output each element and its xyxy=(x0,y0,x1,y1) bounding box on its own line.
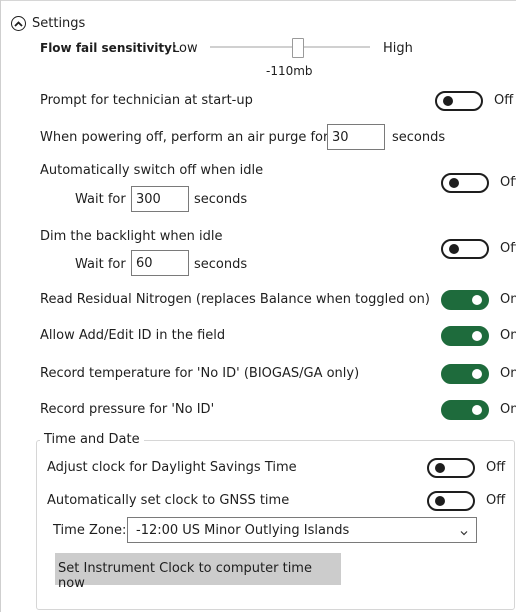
flow-fail-slider-track[interactable] xyxy=(210,46,370,48)
auto-switch-off-toggle[interactable] xyxy=(441,173,489,193)
auto-switch-off-unit: seconds xyxy=(194,192,248,207)
residual-nitrogen-state: On xyxy=(500,292,516,307)
left-divider xyxy=(0,0,1,612)
dim-backlight-input[interactable]: 60 xyxy=(131,250,189,276)
chevron-down-icon xyxy=(460,525,468,540)
add-edit-id-toggle[interactable] xyxy=(441,326,489,346)
top-divider xyxy=(0,0,516,1)
prompt-technician-state: Off xyxy=(494,93,514,108)
dst-state: Off xyxy=(486,460,506,475)
residual-nitrogen-toggle[interactable] xyxy=(441,290,489,310)
record-temp-state: On xyxy=(500,366,516,381)
record-pressure-label: Record pressure for 'No ID' xyxy=(40,402,215,417)
record-temp-toggle[interactable] xyxy=(441,364,489,384)
timezone-label: Time Zone: xyxy=(53,523,127,538)
prompt-technician-toggle[interactable] xyxy=(435,91,483,111)
toggle-knob xyxy=(443,96,453,106)
toggle-knob xyxy=(472,295,482,305)
toggle-knob xyxy=(435,496,445,506)
record-pressure-state: On xyxy=(500,402,516,417)
time-date-title: Time and Date xyxy=(40,432,144,447)
flow-fail-slider-thumb[interactable] xyxy=(292,38,304,58)
toggle-knob xyxy=(435,463,445,473)
auto-switch-off-input[interactable]: 300 xyxy=(131,186,189,212)
auto-switch-off-label: Automatically switch off when idle xyxy=(40,163,264,178)
air-purge-input[interactable]: 30 xyxy=(327,124,385,150)
timezone-selected-value: -12:00 US Minor Outlying Islands xyxy=(136,523,350,538)
residual-nitrogen-label: Read Residual Nitrogen (replaces Balance… xyxy=(40,292,430,307)
timezone-select[interactable]: -12:00 US Minor Outlying Islands xyxy=(127,517,477,543)
dim-backlight-state: Off xyxy=(500,241,516,256)
toggle-knob xyxy=(449,244,459,254)
toggle-knob xyxy=(472,331,482,341)
gnss-label: Automatically set clock to GNSS time xyxy=(47,493,290,508)
dst-label: Adjust clock for Daylight Savings Time xyxy=(47,460,297,475)
add-edit-id-state: On xyxy=(500,328,516,343)
auto-switch-off-wait-label: Wait for xyxy=(75,192,126,207)
add-edit-id-label: Allow Add/Edit ID in the field xyxy=(40,328,226,343)
record-pressure-toggle[interactable] xyxy=(441,400,489,420)
dim-backlight-toggle[interactable] xyxy=(441,239,489,259)
prompt-technician-label: Prompt for technician at start-up xyxy=(40,93,253,108)
gnss-state: Off xyxy=(486,493,506,508)
dim-backlight-unit: seconds xyxy=(194,257,248,272)
set-instrument-clock-button[interactable]: Set Instrument Clock to computer time no… xyxy=(55,553,341,591)
air-purge-unit: seconds xyxy=(392,130,446,145)
air-purge-label: When powering off, perform an air purge … xyxy=(40,130,329,145)
collapse-chevron-up-icon[interactable] xyxy=(11,16,26,31)
auto-switch-off-state: Off xyxy=(500,175,516,190)
toggle-knob xyxy=(472,405,482,415)
dst-toggle[interactable] xyxy=(427,458,475,478)
dim-backlight-wait-label: Wait for xyxy=(75,257,126,272)
toggle-knob xyxy=(472,369,482,379)
slider-high-label: High xyxy=(383,41,413,56)
slider-low-label: Low xyxy=(172,41,198,56)
gnss-toggle[interactable] xyxy=(427,491,475,511)
set-instrument-clock-label: Set Instrument Clock to computer time no… xyxy=(58,561,312,591)
section-title-settings: Settings xyxy=(32,16,86,31)
dim-backlight-label: Dim the backlight when idle xyxy=(40,229,223,244)
toggle-knob xyxy=(449,178,459,188)
flow-fail-value: -110mb xyxy=(266,64,313,78)
record-temp-label: Record temperature for 'No ID' (BIOGAS/G… xyxy=(40,366,360,381)
flow-fail-label: Flow fail sensitivity: xyxy=(40,41,177,55)
